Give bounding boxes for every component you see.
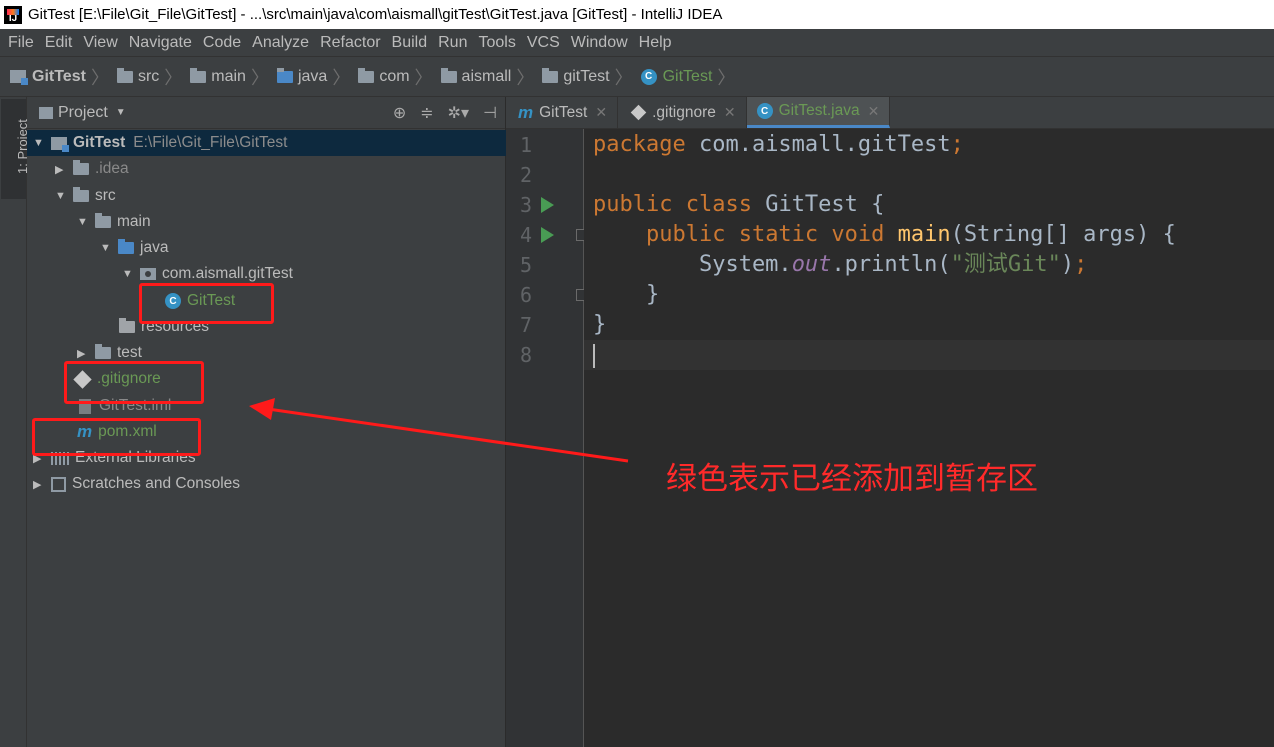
annotation-arrow-icon <box>249 398 629 463</box>
annotation-text: 绿色表示已经添加到暂存区 <box>666 461 1038 497</box>
